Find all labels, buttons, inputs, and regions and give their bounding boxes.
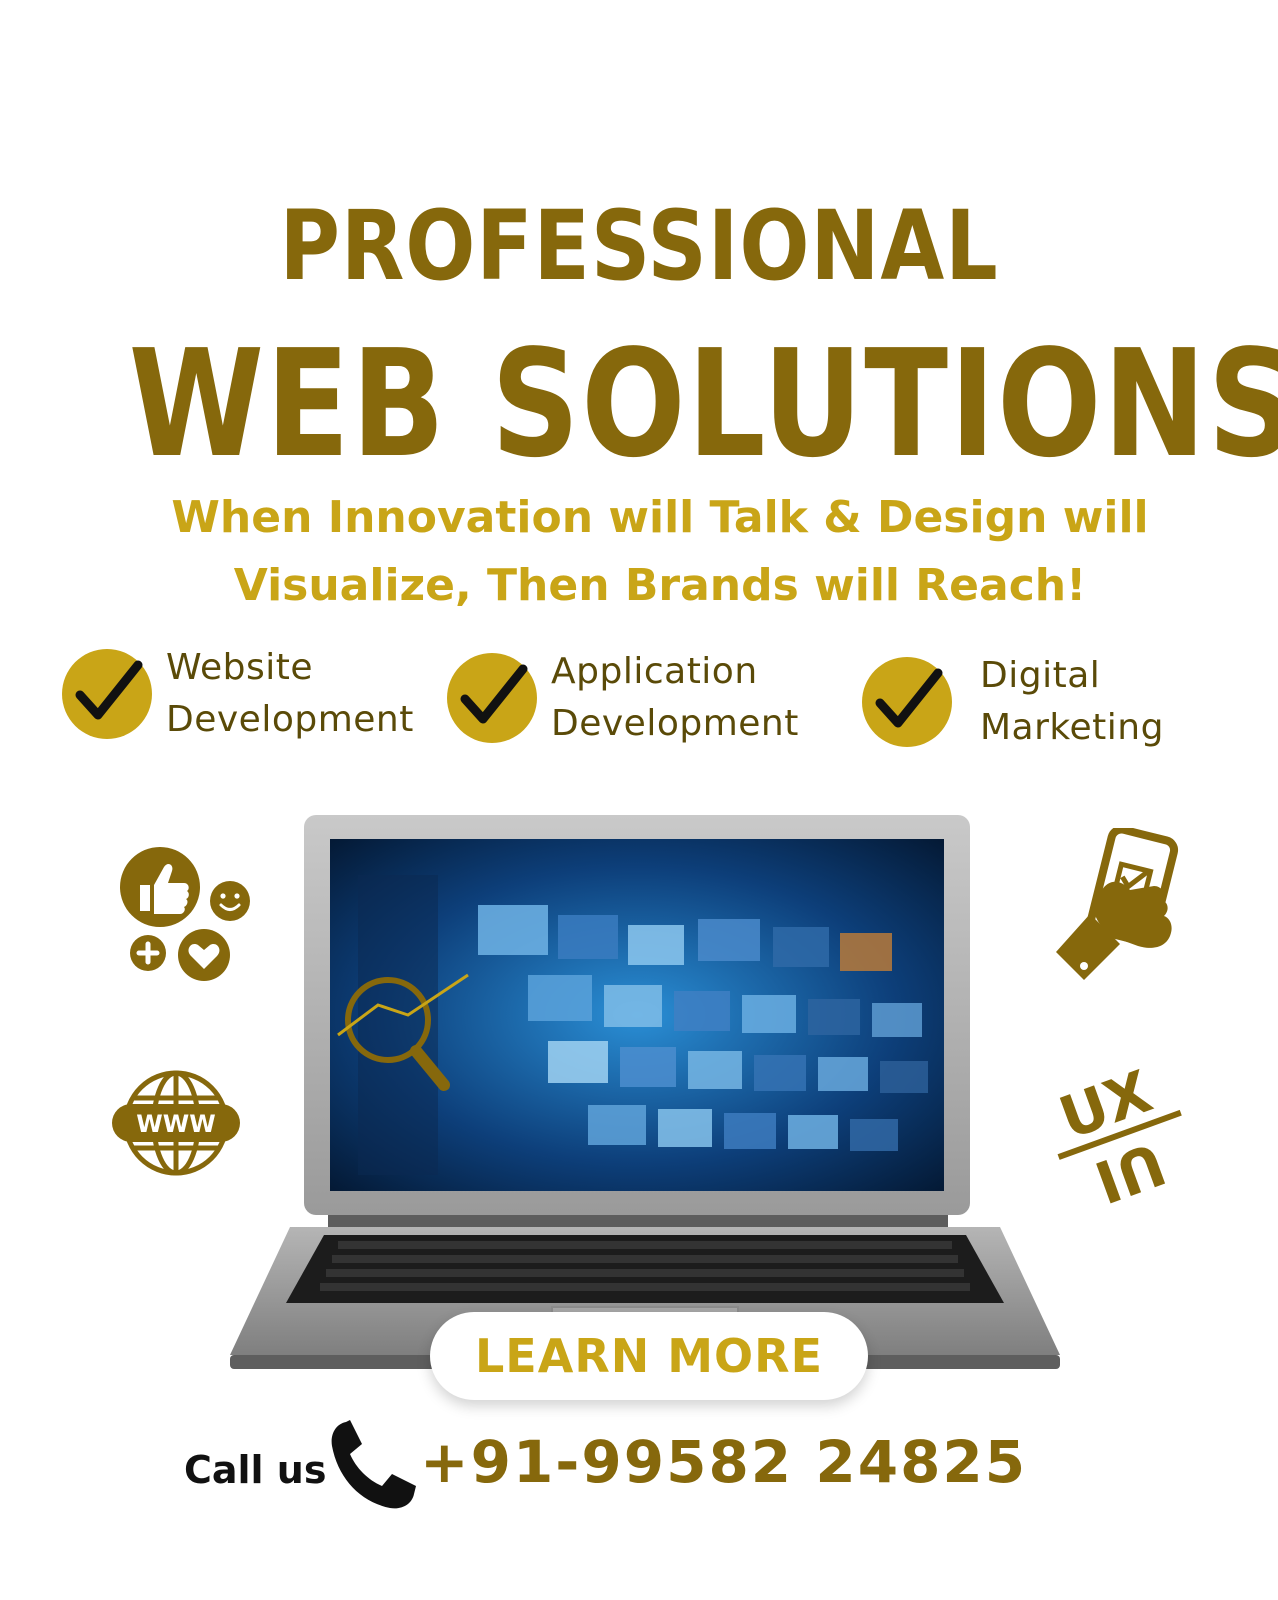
service-application-development: Application Development [447,646,799,750]
tagline: When Innovation will Talk & Design will … [80,484,1240,620]
laptop-image [228,815,1062,1379]
service-label: Website Development [166,647,414,740]
www-text: WWW [136,1110,215,1138]
call-us-label: Call us [184,1448,327,1492]
service-digital-marketing: Digital Marketing [862,650,1164,754]
service-label: Digital Marketing [980,655,1164,748]
service-website-development: Website Development [62,642,414,746]
hand-phone-icon [1054,825,1184,1002]
phone-number[interactable]: +91-99582 24825 [420,1428,1027,1496]
learn-more-button[interactable]: LEARN MORE [430,1312,868,1400]
headline-web-solutions: WEB SOLUTIONS [128,318,1278,490]
check-icon [62,649,152,739]
service-label: Application Development [551,651,799,744]
phone-icon[interactable] [326,1416,422,1516]
tagline-line-2: Visualize, Then Brands will Reach! [233,560,1087,611]
tagline-line-1: When Innovation will Talk & Design will [171,492,1149,543]
check-icon [862,657,952,747]
www-globe-icon: WWW [110,1068,242,1182]
headline-professional: PROFESSIONAL [279,190,999,302]
check-icon [447,653,537,743]
ux-ui-icon: UX UI [1051,1057,1186,1216]
